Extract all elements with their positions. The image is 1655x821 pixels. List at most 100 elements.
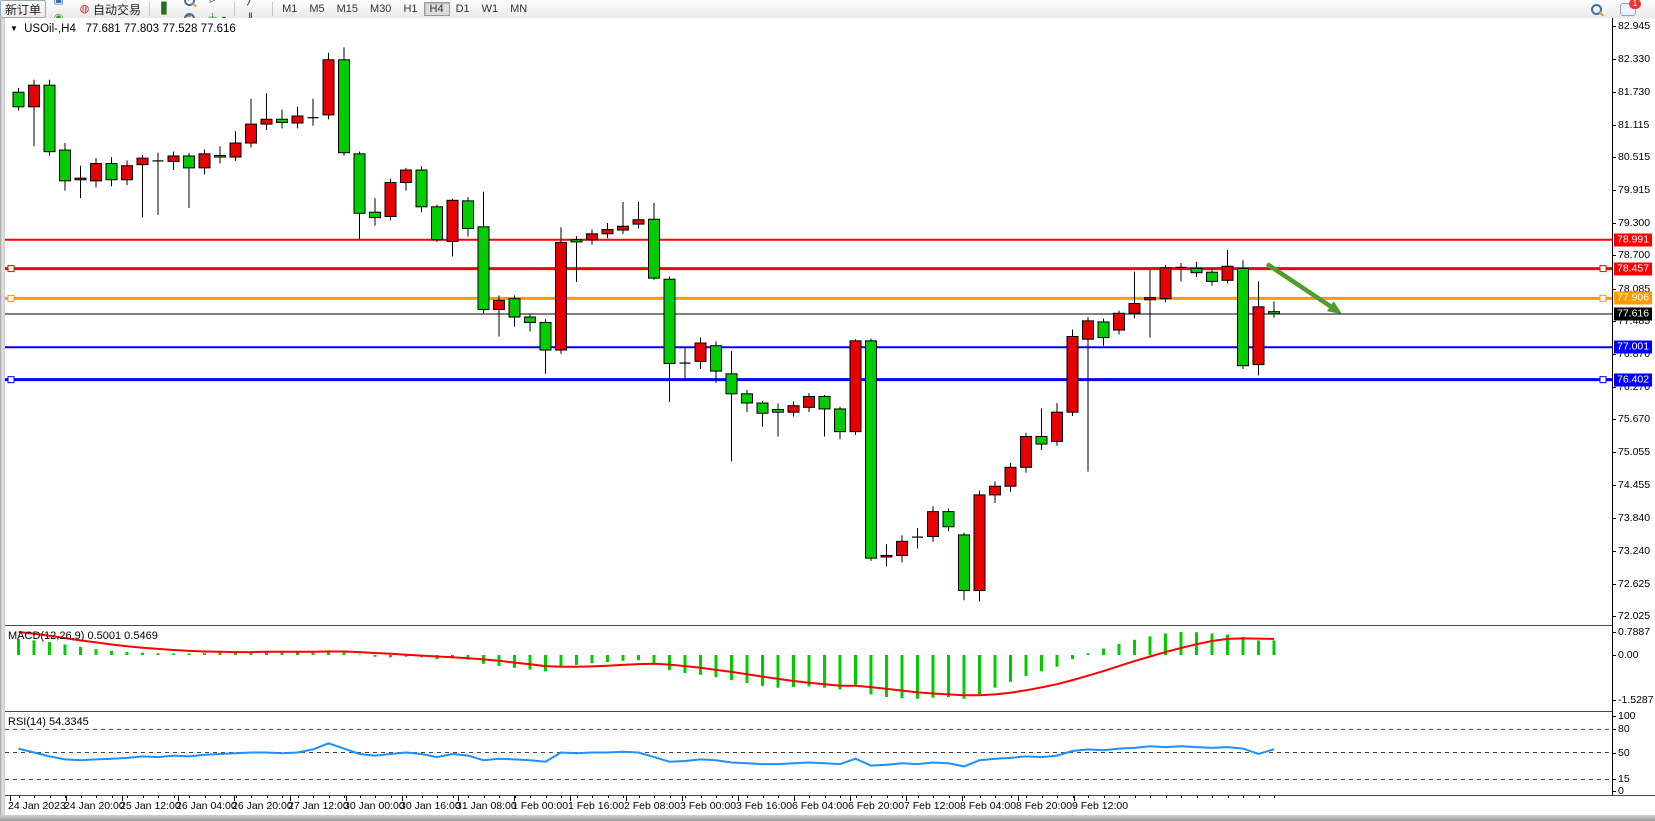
time-tick-minor bbox=[499, 796, 500, 798]
time-tick-minor bbox=[65, 796, 66, 798]
time-tick-minor bbox=[468, 796, 469, 798]
line-handle[interactable] bbox=[8, 295, 14, 301]
candle bbox=[602, 229, 613, 233]
time-tick-minor bbox=[1119, 796, 1120, 798]
time-label: 7 Feb 12:00 bbox=[904, 800, 960, 812]
time-axis[interactable]: 24 Jan 202324 Jan 20:0025 Jan 12:0026 Ja… bbox=[5, 795, 1655, 816]
timeframe-button-h4[interactable]: H4 bbox=[424, 2, 450, 16]
time-tick-minor bbox=[143, 796, 144, 798]
macd-svg[interactable] bbox=[5, 628, 1612, 711]
down-right-green-arrow[interactable] bbox=[1267, 264, 1342, 314]
time-tick-minor bbox=[34, 796, 35, 798]
candle bbox=[866, 341, 877, 558]
time-tick-minor bbox=[1197, 796, 1198, 798]
price-badge-77.616: 77.616 bbox=[1614, 308, 1652, 321]
timeframe-button-m5[interactable]: M5 bbox=[303, 2, 330, 16]
macd-panel[interactable] bbox=[5, 628, 1612, 711]
price-tick: 73.840 bbox=[1613, 512, 1650, 524]
time-tick-major bbox=[850, 796, 851, 801]
main-chart-panel[interactable] bbox=[5, 20, 1612, 625]
price-tick: 75.055 bbox=[1613, 446, 1650, 458]
price-badge-78.457: 78.457 bbox=[1614, 262, 1652, 275]
time-label: 3 Feb 00:00 bbox=[680, 800, 736, 812]
timeframe-button-w1[interactable]: W1 bbox=[476, 2, 505, 16]
line-handle[interactable] bbox=[8, 377, 14, 383]
line-handle[interactable] bbox=[1600, 295, 1606, 301]
time-tick-minor bbox=[809, 796, 810, 798]
candle bbox=[1191, 268, 1202, 272]
candle bbox=[463, 201, 474, 229]
candle bbox=[137, 158, 148, 164]
time-tick-minor bbox=[670, 796, 671, 798]
time-label: 2 Feb 08:00 bbox=[624, 800, 680, 812]
trendline-icon: ╱ bbox=[243, 0, 258, 8]
candle bbox=[835, 409, 846, 432]
time-label: 8 Feb 04:00 bbox=[960, 800, 1016, 812]
time-tick-minor bbox=[608, 796, 609, 798]
rsi-panel[interactable] bbox=[5, 714, 1612, 795]
price-tick: 74.455 bbox=[1613, 479, 1650, 491]
time-tick-minor bbox=[763, 796, 764, 798]
notifications-button[interactable]: 1 bbox=[1615, 0, 1641, 18]
time-tick-minor bbox=[530, 796, 531, 798]
new-order-button[interactable]: 新订单 bbox=[0, 0, 46, 18]
price-axis[interactable]: 82.94582.33081.73081.11580.51579.91579.3… bbox=[1612, 18, 1655, 795]
autotrade-button[interactable]: ◍ 自动交易 bbox=[72, 0, 146, 18]
price-tick: 79.300 bbox=[1613, 217, 1650, 229]
time-tick-major bbox=[178, 796, 179, 801]
candle bbox=[199, 154, 210, 168]
candle bbox=[432, 207, 443, 240]
candlestick-chart-button[interactable]: ▋ bbox=[153, 0, 179, 18]
timeframe-button-mn[interactable]: MN bbox=[504, 2, 533, 16]
price-tick: 80.515 bbox=[1613, 151, 1650, 163]
zoom-in-button[interactable]: + bbox=[179, 0, 200, 9]
candle bbox=[680, 362, 691, 363]
time-tick-minor bbox=[1274, 796, 1275, 798]
time-tick-minor bbox=[592, 796, 593, 798]
chart-title: ▼ USOil-,H4 77.681 77.803 77.528 77.616 bbox=[10, 23, 236, 35]
candle bbox=[1222, 266, 1233, 280]
time-tick-major bbox=[346, 796, 347, 801]
time-label: 24 Jan 2023 bbox=[8, 800, 66, 812]
candle bbox=[153, 160, 164, 161]
candle bbox=[556, 242, 567, 350]
price-tick: 72.625 bbox=[1613, 578, 1650, 590]
candle bbox=[804, 397, 815, 408]
timeframe-button-m1[interactable]: M1 bbox=[276, 2, 303, 16]
candle bbox=[308, 117, 319, 118]
time-tick-minor bbox=[174, 796, 175, 798]
candle bbox=[587, 234, 598, 240]
candle bbox=[1098, 322, 1109, 338]
timeframe-button-m15[interactable]: M15 bbox=[331, 2, 364, 16]
line-handle[interactable] bbox=[1600, 266, 1606, 272]
collapse-triangle-icon[interactable]: ▼ bbox=[10, 24, 18, 33]
timeframe-button-m30[interactable]: M30 bbox=[364, 2, 397, 16]
market-watch-button[interactable]: ▣ bbox=[46, 0, 72, 9]
rsi-svg[interactable] bbox=[5, 714, 1612, 795]
time-tick-minor bbox=[1104, 796, 1105, 798]
price-tick: 79.915 bbox=[1613, 184, 1650, 196]
auto-scroll-button[interactable]: ▹ bbox=[200, 0, 231, 9]
timeframe-button-h1[interactable]: H1 bbox=[397, 2, 423, 16]
main-chart-svg[interactable] bbox=[5, 20, 1612, 625]
search-button[interactable] bbox=[1586, 0, 1607, 18]
time-tick-minor bbox=[546, 796, 547, 798]
candle bbox=[1176, 267, 1187, 268]
line-handle[interactable] bbox=[8, 266, 14, 272]
timeframe-button-d1[interactable]: D1 bbox=[450, 2, 476, 16]
time-tick-minor bbox=[96, 796, 97, 798]
candle bbox=[385, 182, 396, 216]
candle bbox=[1067, 337, 1078, 413]
candle bbox=[912, 537, 923, 538]
candle bbox=[726, 374, 737, 394]
candle bbox=[1021, 437, 1032, 468]
time-tick-minor bbox=[453, 796, 454, 798]
price-badge-76.402: 76.402 bbox=[1614, 373, 1652, 386]
candle bbox=[757, 403, 768, 413]
time-tick-minor bbox=[623, 796, 624, 798]
candle bbox=[230, 143, 241, 157]
price-tick: 78.700 bbox=[1613, 249, 1650, 261]
time-tick-minor bbox=[1166, 796, 1167, 798]
line-handle[interactable] bbox=[1600, 377, 1606, 383]
trendline-button[interactable]: ╱ bbox=[238, 0, 269, 9]
